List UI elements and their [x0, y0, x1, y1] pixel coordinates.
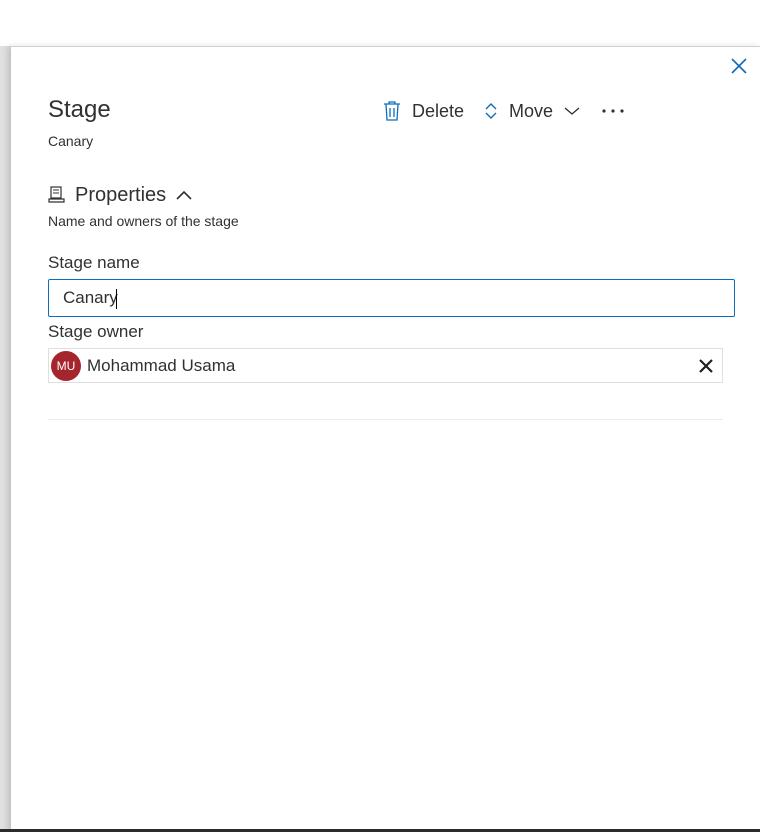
close-icon — [699, 359, 713, 373]
remove-owner-button[interactable] — [697, 357, 715, 375]
stage-name-label: Stage name — [48, 253, 140, 272]
properties-description: Name and owners of the stage — [48, 213, 239, 229]
chevron-up-icon — [176, 190, 192, 200]
avatar: MU — [51, 351, 81, 381]
more-options-button[interactable] — [601, 99, 625, 123]
properties-title: Properties — [75, 183, 167, 206]
stage-name-input[interactable] — [48, 279, 735, 317]
close-icon — [731, 58, 747, 74]
text-caret — [116, 289, 117, 309]
trash-icon — [384, 101, 400, 121]
sort-icon — [485, 103, 497, 119]
page-subtitle: Canary — [48, 133, 94, 149]
stage-owner-label: Stage owner — [48, 322, 144, 341]
section-divider — [48, 419, 723, 420]
move-label: Move — [509, 100, 554, 121]
chevron-down-icon — [564, 107, 580, 115]
delete-label: Delete — [412, 100, 465, 121]
properties-section-header[interactable]: Properties — [48, 182, 193, 208]
move-button[interactable]: Move — [484, 99, 580, 123]
stage-owner-field[interactable]: MU Mohammad Usama — [48, 348, 723, 383]
stage-panel: Stage Canary Delete Move Properties Name… — [11, 46, 760, 831]
properties-icon — [48, 186, 65, 203]
owner-name: Mohammad Usama — [87, 356, 236, 375]
page-title: Stage — [48, 96, 111, 123]
backdrop — [0, 46, 11, 832]
close-button[interactable] — [729, 56, 749, 76]
delete-button[interactable]: Delete — [383, 99, 464, 123]
top-bar — [0, 0, 760, 46]
more-icon — [602, 109, 624, 113]
